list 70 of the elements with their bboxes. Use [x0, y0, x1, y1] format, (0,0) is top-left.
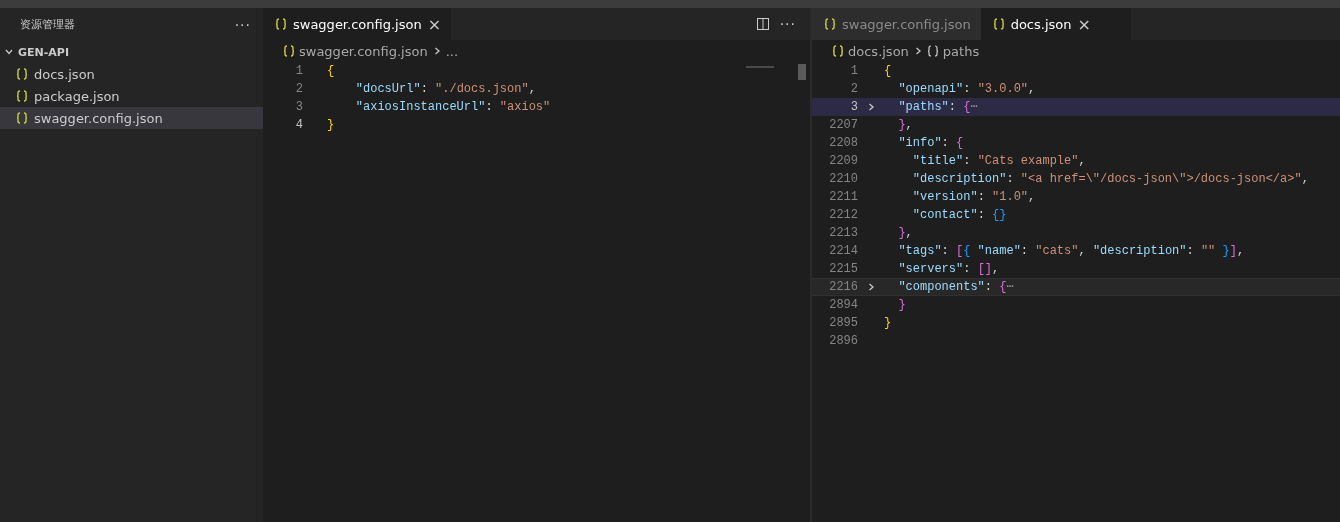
line-number: 2216 — [828, 279, 858, 296]
line-number: 2896 — [828, 333, 858, 350]
code-line: { — [327, 63, 335, 80]
file-item[interactable]: package.json — [0, 85, 263, 107]
chevron-icon[interactable] — [4, 47, 14, 57]
code-line: }, — [897, 117, 913, 134]
code-line: }, — [897, 225, 913, 242]
code-line: "tags": [{ "name": "cats", "description": "" }], — [897, 243, 1245, 260]
line-number: 2208 — [828, 135, 858, 152]
more-actions-button[interactable]: ··· — [234, 16, 251, 33]
line-number: 1 — [849, 63, 858, 80]
json-file-icon — [824, 18, 836, 30]
json-file-icon — [16, 68, 28, 80]
breadcrumb-item[interactable]: docs.json — [848, 43, 909, 59]
code-line: "components": {⋯ — [897, 279, 1014, 296]
file-item[interactable]: swagger.config.json — [0, 107, 263, 129]
code-line: "info": { — [897, 135, 964, 152]
scrollbar[interactable] — [798, 64, 806, 80]
line-number: 2895 — [828, 315, 858, 332]
editor-tab[interactable]: docs.json × — [980, 8, 1131, 40]
line-number: 2211 — [828, 189, 858, 206]
json-file-icon — [275, 18, 287, 30]
code-line: } — [327, 117, 335, 134]
code-line: "paths": {⋯ — [897, 99, 978, 116]
split-editor-icon[interactable] — [755, 17, 770, 31]
code-line: "docsUrl": "./docs.json", — [354, 81, 536, 98]
line-number: 3 — [849, 99, 858, 116]
explorer-title: 资源管理器 — [20, 17, 75, 32]
breadcrumb-item[interactable]: ... — [445, 43, 459, 59]
file-item[interactable]: docs.json — [0, 63, 263, 85]
breadcrumb-item[interactable]: swagger.config.json — [299, 43, 428, 59]
code-line: } — [884, 315, 892, 332]
code-line: "contact": {} — [911, 207, 1007, 224]
editor-tab[interactable]: swagger.config.json × — [263, 8, 452, 40]
line-number: 2210 — [828, 171, 858, 188]
editor-tab[interactable]: swagger.config.json — [812, 8, 981, 40]
line-number: 3 — [294, 99, 303, 116]
code-line: } — [897, 297, 906, 314]
fold-chevron-icon[interactable] — [866, 282, 876, 292]
code-line: "description": "<a href=\"/docs-json\">/docs-json</a>", — [911, 171, 1309, 188]
line-number: 2 — [294, 81, 303, 98]
folder-label: GEN-API — [18, 45, 69, 59]
close-icon[interactable]: × — [427, 14, 442, 34]
code-line: "openapi": "3.0.0", — [897, 81, 1036, 98]
json-file-icon — [832, 45, 844, 57]
line-number: 2212 — [828, 207, 858, 224]
line-number: 2894 — [828, 297, 858, 314]
breadcrumb-item[interactable]: paths — [942, 43, 980, 59]
folder-item[interactable]: GEN-API — [0, 41, 263, 63]
code-line: { — [884, 63, 892, 80]
line-number: 2214 — [828, 243, 858, 260]
line-number: 2 — [849, 81, 858, 98]
line-number: 2207 — [828, 117, 858, 134]
object-icon — [926, 45, 939, 57]
code-line: "servers": [], — [897, 261, 1000, 278]
json-file-icon — [283, 45, 295, 57]
line-number: 1 — [294, 63, 303, 80]
close-icon[interactable]: × — [1077, 14, 1091, 34]
line-number: 4 — [294, 117, 303, 134]
line-number: 2215 — [828, 261, 858, 278]
line-number: 2213 — [828, 225, 858, 242]
json-file-icon — [992, 18, 1005, 30]
code-line: "axiosInstanceUrl": "axios" — [354, 99, 551, 116]
code-line: "version": "1.0", — [911, 189, 1036, 206]
json-file-icon — [16, 112, 28, 124]
json-file-icon — [16, 90, 28, 102]
more-actions-button[interactable]: ··· — [779, 16, 796, 32]
code-line: "title": "Cats example", — [911, 153, 1086, 170]
line-number: 2209 — [828, 153, 858, 170]
fold-chevron-icon[interactable] — [866, 102, 876, 112]
